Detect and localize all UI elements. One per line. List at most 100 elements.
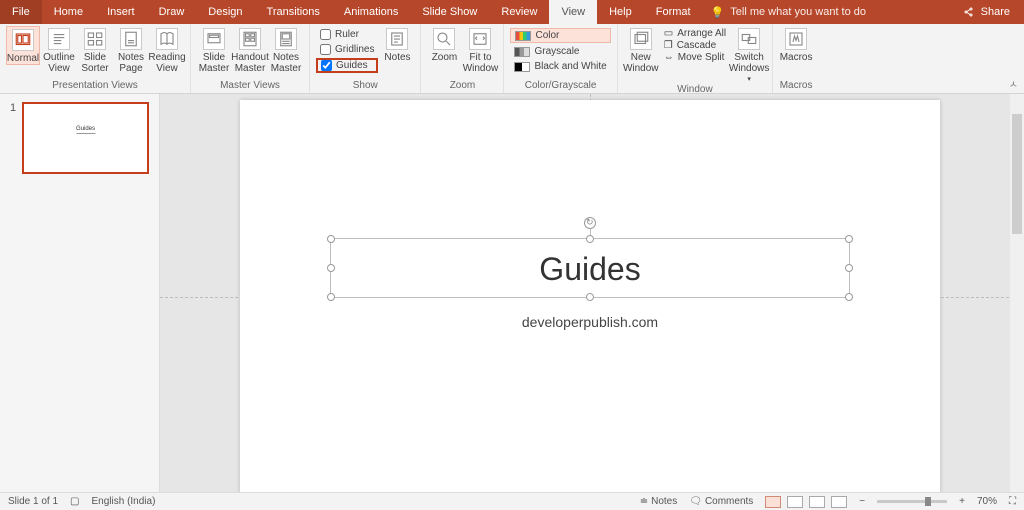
tab-draw[interactable]: Draw: [147, 0, 197, 24]
title-text[interactable]: Guides: [331, 239, 849, 299]
lightbulb-icon: 💡: [711, 6, 725, 19]
group-presentation-views: Normal Outline View Slide Sorter Notes P…: [0, 24, 191, 93]
tab-view[interactable]: View: [549, 0, 597, 24]
tab-help[interactable]: Help: [597, 0, 644, 24]
tab-animations[interactable]: Animations: [332, 0, 410, 24]
zoom-in-button[interactable]: +: [959, 496, 965, 507]
group-label: Macros: [779, 80, 813, 93]
resize-handle[interactable]: [327, 293, 335, 301]
group-label: Presentation Views: [6, 80, 184, 93]
comments-toggle[interactable]: 🗨 Comments: [689, 496, 753, 507]
chevron-down-icon: ▾: [747, 76, 751, 84]
ruler-checkbox[interactable]: Ruler: [316, 28, 378, 41]
split-icon: ⇔: [664, 52, 674, 63]
thumbnail-number: 1: [10, 102, 16, 174]
tab-file[interactable]: File: [0, 0, 42, 24]
macros-button[interactable]: Macros: [779, 26, 813, 63]
zoom-level[interactable]: 70%: [977, 496, 997, 507]
move-split-button[interactable]: ⇔Move Split: [660, 52, 730, 63]
slideshow-view-icon[interactable]: [831, 496, 847, 508]
resize-handle[interactable]: [327, 235, 335, 243]
slide-counter: Slide 1 of 1: [8, 496, 58, 507]
tell-me-search[interactable]: 💡 Tell me what you want to do: [711, 0, 866, 24]
grayscale-swatch-icon: [514, 47, 530, 57]
tab-design[interactable]: Design: [196, 0, 254, 24]
cascade-icon: ❐: [664, 40, 673, 51]
zoom-slider[interactable]: [877, 500, 947, 503]
tab-transitions[interactable]: Transitions: [255, 0, 332, 24]
notes-page-button[interactable]: Notes Page: [114, 26, 148, 74]
resize-handle[interactable]: [845, 293, 853, 301]
zoom-out-button[interactable]: −: [859, 496, 865, 507]
arrange-icon: ▭: [664, 28, 673, 39]
normal-view-icon[interactable]: [765, 496, 781, 508]
switch-windows-button[interactable]: Switch Windows▾: [732, 26, 766, 84]
resize-handle[interactable]: [327, 264, 335, 272]
arrange-all-button[interactable]: ▭Arrange All: [660, 28, 730, 39]
collapse-ribbon-button[interactable]: ㅅ: [1009, 76, 1018, 91]
view-buttons: [765, 496, 847, 508]
vertical-scrollbar[interactable]: [1010, 94, 1024, 492]
group-macros: Macros Macros: [773, 24, 819, 93]
handout-master-button[interactable]: Handout Master: [233, 26, 267, 74]
share-icon: [963, 6, 975, 18]
subtitle-text[interactable]: developerpublish.com: [522, 314, 658, 330]
color-button[interactable]: Color: [510, 28, 610, 43]
spellcheck-icon[interactable]: ▢: [70, 496, 79, 507]
normal-view-button[interactable]: Normal: [6, 26, 40, 65]
share-button[interactable]: Share: [949, 0, 1024, 24]
menu-tabs: File Home Insert Draw Design Transitions…: [0, 0, 1024, 24]
slide-thumbnail-1[interactable]: Guides: [22, 102, 149, 174]
outline-view-button[interactable]: Outline View: [42, 26, 76, 74]
tab-insert[interactable]: Insert: [95, 0, 147, 24]
gridlines-checkbox[interactable]: Gridlines: [316, 43, 378, 56]
notes-master-button[interactable]: Notes Master: [269, 26, 303, 74]
bw-swatch-icon: [514, 62, 530, 72]
title-textbox[interactable]: Guides: [330, 238, 850, 298]
group-label: Show: [316, 80, 414, 93]
tab-slideshow[interactable]: Slide Show: [410, 0, 489, 24]
color-swatch-icon: [515, 31, 531, 41]
group-show: Ruler Gridlines Guides Notes Show: [310, 24, 421, 93]
slide[interactable]: Guides developerpublish.com: [240, 100, 940, 492]
thumbnail-title: Guides: [76, 126, 95, 134]
cascade-button[interactable]: ❐Cascade: [660, 40, 730, 51]
reading-view-icon[interactable]: [809, 496, 825, 508]
ribbon: Normal Outline View Slide Sorter Notes P…: [0, 24, 1024, 94]
new-window-button[interactable]: New Window: [624, 26, 658, 74]
fit-to-window-button[interactable]: Fit to Window: [463, 26, 497, 74]
tell-me-label: Tell me what you want to do: [730, 6, 866, 18]
group-zoom: Zoom Fit to Window Zoom: [421, 24, 504, 93]
slide-sorter-button[interactable]: Slide Sorter: [78, 26, 112, 74]
resize-handle[interactable]: [845, 264, 853, 272]
guides-checkbox[interactable]: Guides: [316, 58, 378, 73]
group-label: Zoom: [427, 80, 497, 93]
slide-canvas-area[interactable]: Guides developerpublish.com: [160, 94, 1024, 492]
zoom-slider-knob[interactable]: [925, 497, 931, 506]
notes-button[interactable]: Notes: [380, 26, 414, 63]
resize-handle[interactable]: [586, 235, 594, 243]
tab-home[interactable]: Home: [42, 0, 95, 24]
reading-view-button[interactable]: Reading View: [150, 26, 184, 74]
status-bar: Slide 1 of 1 ▢ English (India) ≐ Notes 🗨…: [0, 492, 1024, 510]
zoom-button[interactable]: Zoom: [427, 26, 461, 63]
resize-handle[interactable]: [845, 235, 853, 243]
language-button[interactable]: English (India): [92, 496, 156, 507]
black-white-button[interactable]: Black and White: [510, 60, 610, 73]
fit-slide-button[interactable]: ⛶: [1009, 496, 1016, 507]
group-color-grayscale: Color Grayscale Black and White Color/Gr…: [504, 24, 617, 93]
resize-handle[interactable]: [586, 293, 594, 301]
rotate-handle[interactable]: [584, 217, 596, 229]
tab-review[interactable]: Review: [489, 0, 549, 24]
group-label: Color/Grayscale: [510, 80, 610, 93]
share-label: Share: [981, 6, 1010, 18]
grayscale-button[interactable]: Grayscale: [510, 45, 610, 58]
tab-format[interactable]: Format: [644, 0, 703, 24]
group-label: Master Views: [197, 80, 303, 93]
slide-master-button[interactable]: Slide Master: [197, 26, 231, 74]
scrollbar-thumb[interactable]: [1012, 114, 1022, 234]
group-master-views: Slide Master Handout Master Notes Master…: [191, 24, 310, 93]
workspace: 1 Guides Guides developerpublish.: [0, 94, 1024, 492]
notes-toggle[interactable]: ≐ Notes: [640, 496, 678, 507]
sorter-view-icon[interactable]: [787, 496, 803, 508]
